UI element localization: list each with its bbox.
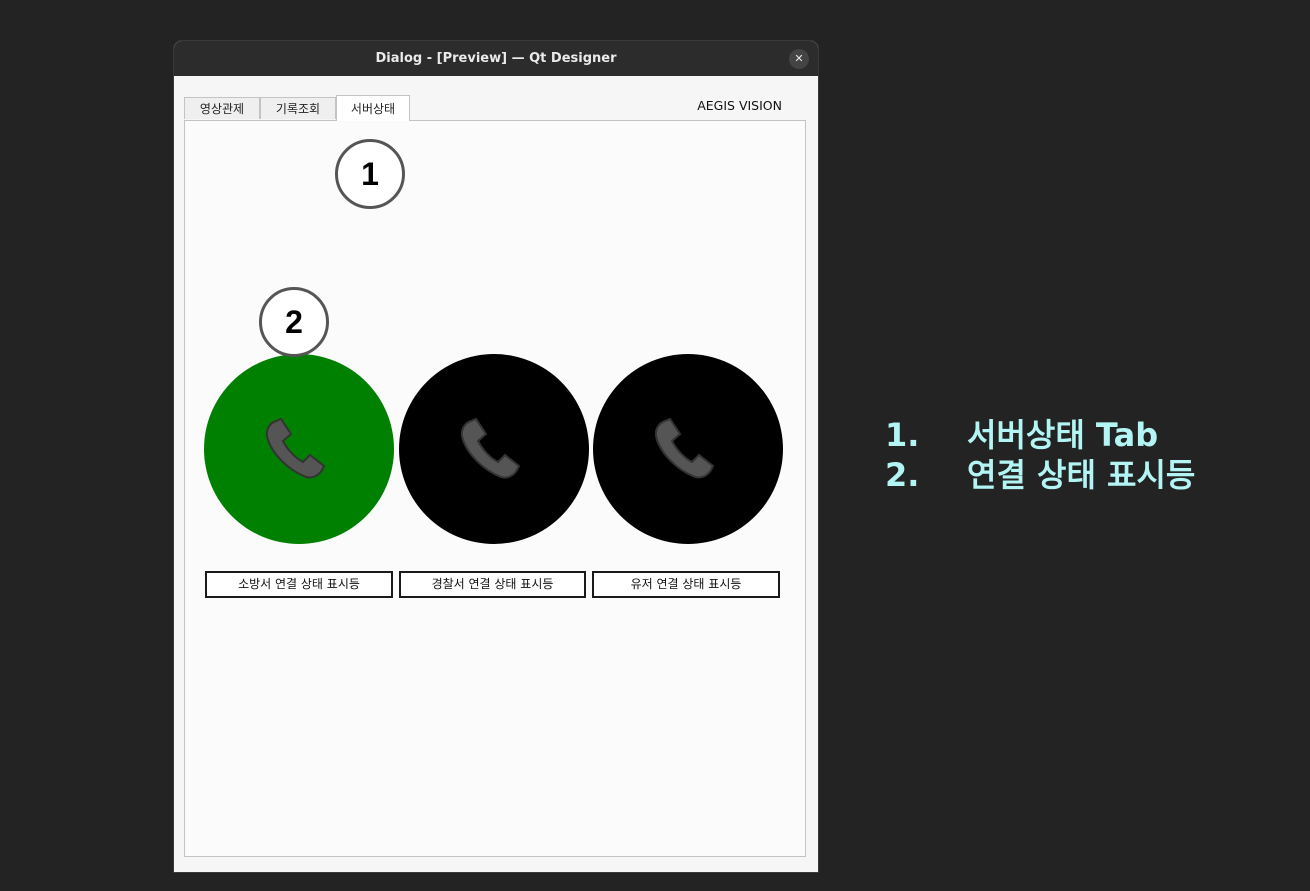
phone-icon xyxy=(265,417,326,479)
phone-icon xyxy=(460,417,521,479)
title-bar[interactable]: Dialog - [Preview] — Qt Designer ✕ xyxy=(174,41,818,76)
legend-item: 2. 연결 상태 표시등 xyxy=(885,455,1195,495)
user-status-label: 유저 연결 상태 표시등 xyxy=(592,571,780,598)
close-button[interactable]: ✕ xyxy=(789,49,809,69)
tab-server-status[interactable]: 서버상태 xyxy=(336,95,410,121)
annotation-legend: 1. 서버상태 Tab 2. 연결 상태 표시등 xyxy=(885,415,1195,495)
phone-icon xyxy=(654,417,715,479)
police-station-status-label: 경찰서 연결 상태 표시등 xyxy=(399,571,586,598)
legend-number: 2. xyxy=(885,456,920,494)
dialog-window: Dialog - [Preview] — Qt Designer ✕ 영상관제 … xyxy=(174,41,818,872)
police-station-status-lamp xyxy=(399,354,589,544)
brand-label: AEGIS VISION xyxy=(697,98,782,113)
callout-1: 1 xyxy=(335,139,405,209)
legend-text: 연결 상태 표시등 xyxy=(967,456,1196,494)
close-icon: ✕ xyxy=(794,52,804,65)
dialog-content: 영상관제 기록조회 서버상태 AEGIS VISION 1 2 소방서 연결 상… xyxy=(174,76,818,872)
window-title: Dialog - [Preview] — Qt Designer xyxy=(375,51,617,66)
fire-station-status-lamp xyxy=(204,354,394,544)
tab-record-lookup[interactable]: 기록조회 xyxy=(260,97,336,119)
tab-video-control[interactable]: 영상관제 xyxy=(184,97,260,119)
legend-item: 1. 서버상태 Tab xyxy=(885,415,1195,455)
legend-number: 1. xyxy=(885,416,920,454)
user-status-lamp xyxy=(593,354,783,544)
legend-text: 서버상태 Tab xyxy=(967,416,1159,454)
callout-2: 2 xyxy=(259,287,329,357)
fire-station-status-label: 소방서 연결 상태 표시등 xyxy=(205,571,393,598)
